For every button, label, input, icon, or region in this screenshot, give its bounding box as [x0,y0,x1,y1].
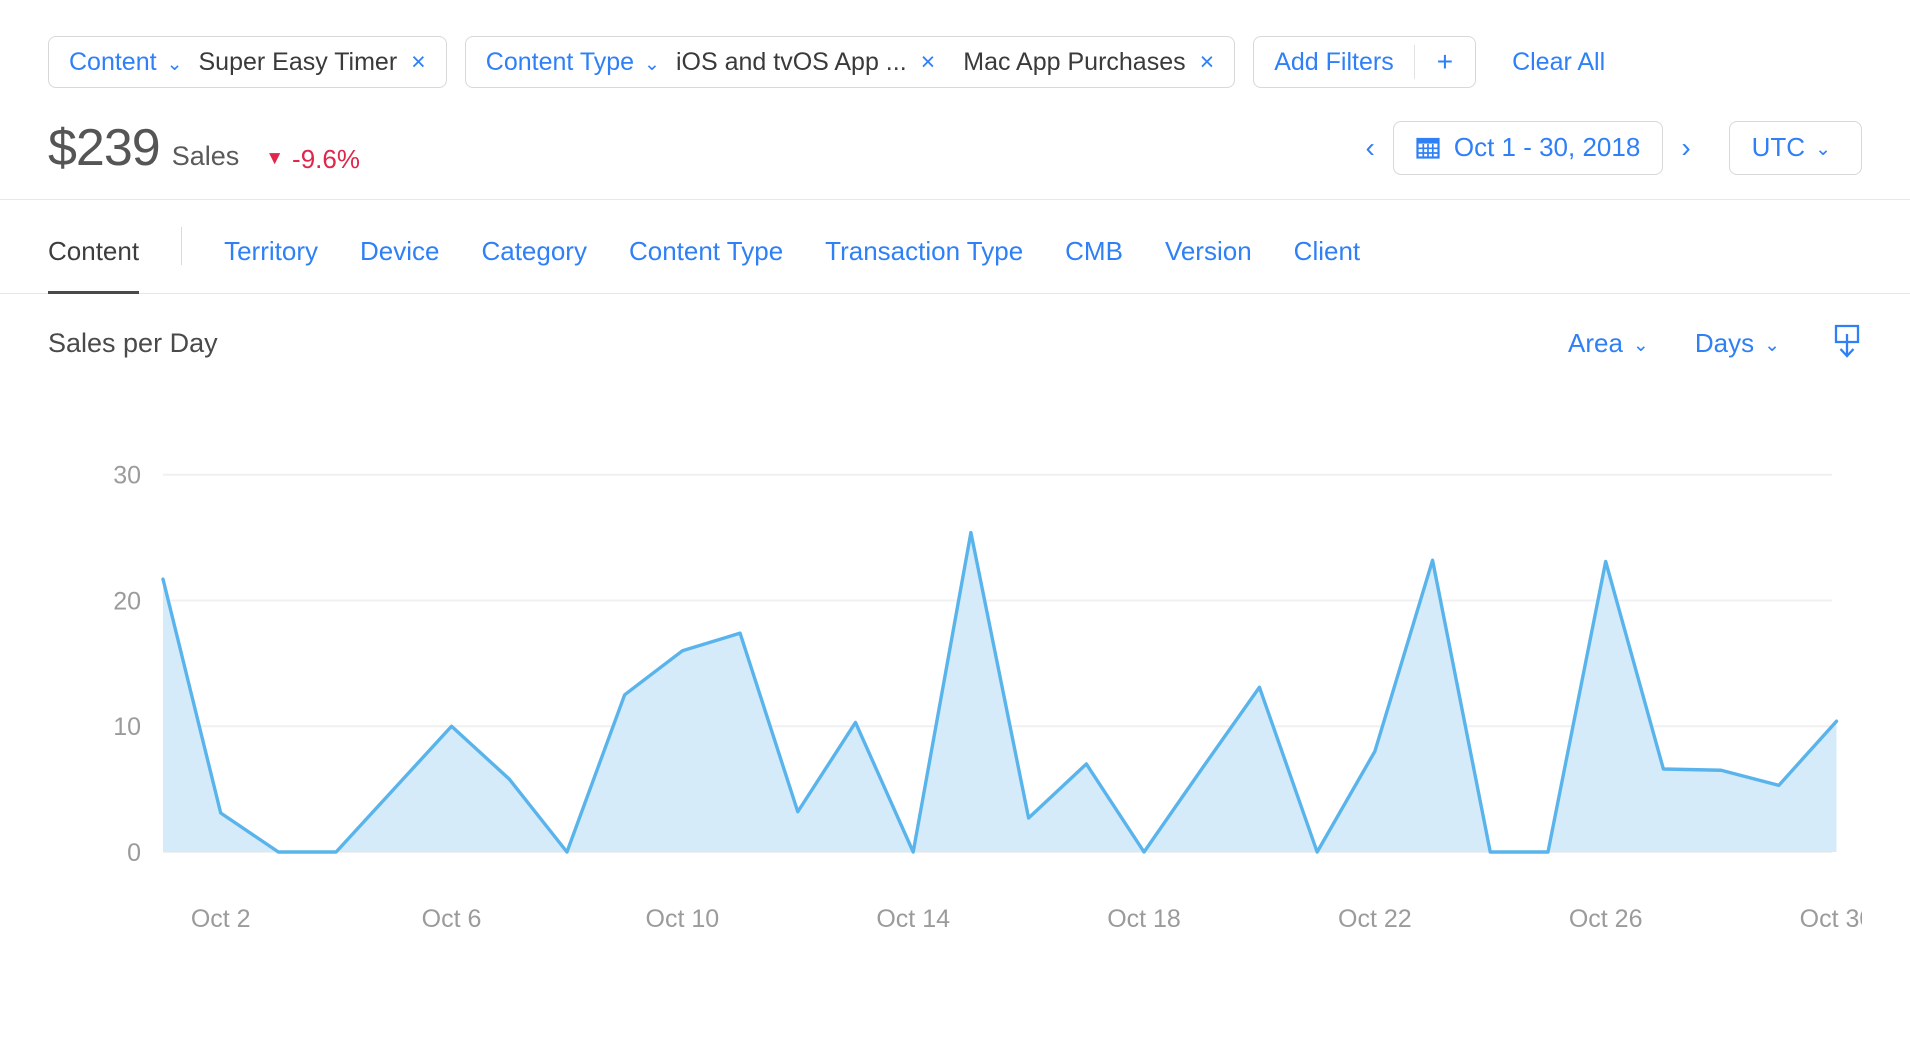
y-axis-tick-label: 20 [113,587,141,615]
chevron-down-icon: ⌄ [1633,336,1649,355]
tab-divider [181,227,182,265]
filter-chip-content-value: Super Easy Timer [198,48,397,77]
y-axis-tick-label: 0 [127,839,141,867]
filter-chip-value-mac: Mac App Purchases [963,48,1185,77]
clear-all-button[interactable]: Clear All [1512,48,1605,77]
tab-device[interactable]: Device [360,236,439,293]
tab-content-type[interactable]: Content Type [629,236,783,293]
date-range-text: Oct 1 - 30, 2018 [1454,132,1640,163]
chart-title: Sales per Day [48,328,1522,359]
timezone-label: UTC [1752,132,1805,163]
x-axis-tick-label: Oct 26 [1569,905,1643,933]
filter-chip-value-mac-remove-icon[interactable]: × [1200,50,1215,75]
chevron-down-icon: ⌄ [1764,336,1780,355]
metric-value: $239 [48,118,160,178]
tab-version[interactable]: Version [1165,236,1252,293]
add-filters-button[interactable]: Add Filters + [1253,36,1476,88]
metric-label: Sales [172,141,240,172]
tab-transaction-type[interactable]: Transaction Type [825,236,1023,293]
metric-delta: ▼ -9.6% [265,144,360,175]
x-axis-tick-label: Oct 2 [191,905,251,933]
filter-chip-content-type[interactable]: Content Type ⌄ iOS and tvOS App ... × Ma… [465,36,1235,88]
filter-chip-content-key: Content [69,48,157,77]
x-axis-tick-label: Oct 10 [646,905,720,933]
chart-type-selector[interactable]: Area ⌄ [1568,328,1649,359]
chevron-down-icon: ⌄ [1815,140,1831,159]
x-axis-tick-label: Oct 22 [1338,905,1412,933]
plus-icon[interactable]: + [1415,48,1475,76]
x-axis-tick-label: Oct 18 [1107,905,1181,933]
date-range-picker[interactable]: Oct 1 - 30, 2018 [1393,121,1663,175]
interval-label: Days [1695,328,1754,359]
sales-per-day-chart[interactable]: 0 10 20 30 Oct 2 Oct 6 Oct 10 Oct 14 Oct 18 Oct 2… [48,392,1862,962]
filter-chip-content-type-key: Content Type [486,48,634,77]
filter-bar: Content ⌄ Super Easy Timer × Content Typ… [0,0,1910,96]
metric-row: $239 Sales ▼ -9.6% ‹ Oct 1 - 30, 2018 [0,96,1910,200]
series-area-fill [163,533,1837,852]
interval-selector[interactable]: Days ⌄ [1695,328,1780,359]
tab-category[interactable]: Category [481,236,587,293]
x-axis-tick-label: Oct 14 [876,905,950,933]
dimension-tabs: Content Territory Device Category Conten… [0,200,1910,294]
filter-chip-value-ios-remove-icon[interactable]: × [921,50,936,75]
prev-period-button[interactable]: ‹ [1348,134,1393,162]
tab-cmb[interactable]: CMB [1065,236,1123,293]
tab-client[interactable]: Client [1294,236,1360,293]
x-axis-tick-label: Oct 30 [1800,905,1862,933]
timezone-selector[interactable]: UTC ⌄ [1729,121,1862,175]
y-axis-tick-label: 10 [113,713,141,741]
tab-territory[interactable]: Territory [224,236,318,293]
x-axis-tick-label: Oct 6 [422,905,482,933]
chart-header: Sales per Day Area ⌄ Days ⌄ [0,294,1910,392]
triangle-down-icon: ▼ [265,148,284,170]
next-period-button[interactable]: › [1663,134,1708,162]
filter-chip-content-remove-icon[interactable]: × [411,50,426,75]
tab-content[interactable]: Content [48,236,139,293]
chart-area: 0 10 20 30 Oct 2 Oct 6 Oct 10 Oct 14 Oct 18 Oct 2… [0,392,1910,962]
metric-summary: $239 Sales ▼ -9.6% [48,118,1348,178]
date-controls: ‹ Oct 1 - 30, 2018 › UTC ⌄ [1348,121,1862,175]
y-axis-tick-label: 30 [113,462,141,490]
chevron-down-icon[interactable]: ⌄ [644,55,660,74]
filter-chip-value-ios: iOS and tvOS App ... [676,48,907,77]
download-icon[interactable] [1832,324,1862,363]
calendar-icon [1416,136,1440,160]
add-filters-label: Add Filters [1254,48,1413,77]
filter-chip-content[interactable]: Content ⌄ Super Easy Timer × [48,36,447,88]
chart-type-label: Area [1568,328,1623,359]
metric-delta-value: -9.6% [292,144,360,175]
chevron-down-icon[interactable]: ⌄ [167,55,183,74]
